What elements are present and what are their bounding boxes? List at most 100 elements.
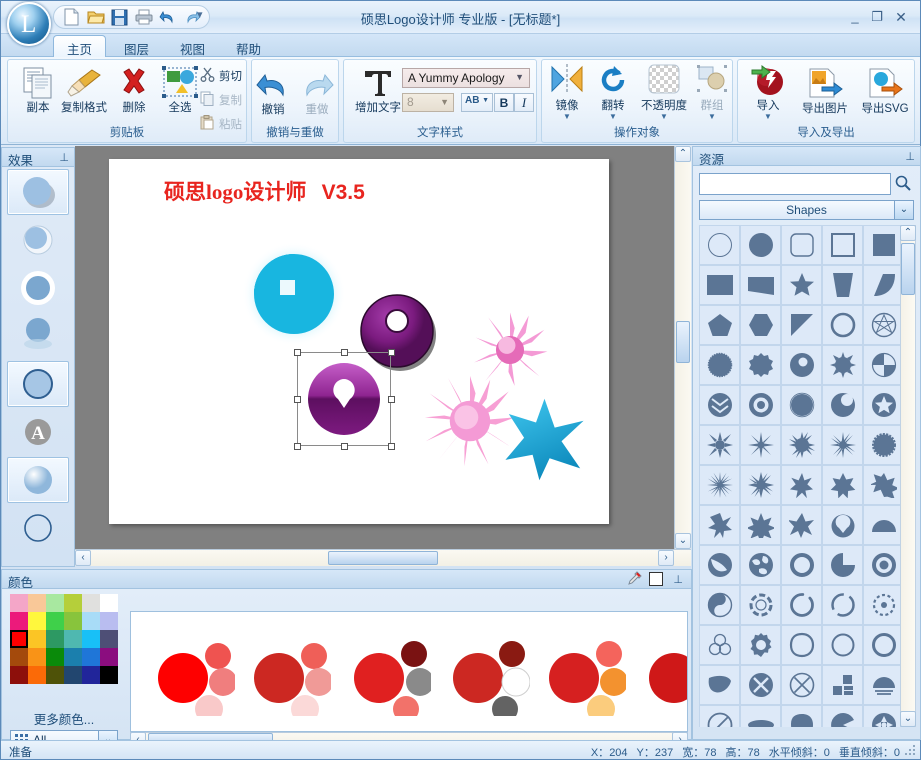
- effect-item-text-style[interactable]: A: [7, 409, 69, 455]
- resize-handle-n[interactable]: [341, 349, 348, 356]
- shape-blob-shape[interactable]: [781, 705, 822, 727]
- redo-button[interactable]: 重做: [294, 68, 340, 117]
- more-colors-link[interactable]: 更多颜色...: [10, 709, 118, 728]
- swatch[interactable]: [46, 612, 64, 630]
- canvas-vscroll-thumb[interactable]: [676, 321, 690, 363]
- chevron-down-icon[interactable]: ▼: [590, 113, 636, 120]
- shape-pinwheel-quarters[interactable]: [822, 665, 863, 705]
- swatch[interactable]: [82, 630, 100, 648]
- shape-dotted-ring-dot[interactable]: [863, 585, 904, 625]
- scroll-down-icon[interactable]: ⌄: [675, 533, 691, 549]
- italic-button[interactable]: I: [514, 93, 534, 112]
- shape-leaf-half[interactable]: [699, 665, 740, 705]
- shape-star-6-sharp[interactable]: [699, 505, 740, 545]
- bold-button[interactable]: B: [494, 93, 514, 112]
- shape-star-in-circle[interactable]: [863, 385, 904, 425]
- preset-logo-1[interactable]: [153, 634, 235, 716]
- shape-sun-horizon[interactable]: [863, 665, 904, 705]
- chevron-down-icon[interactable]: ▼: [690, 113, 734, 120]
- minimize-button[interactable]: _: [846, 10, 864, 24]
- shape-square-outline[interactable]: [822, 225, 863, 265]
- shape-scallop-circle[interactable]: [863, 425, 904, 465]
- shape-star-10[interactable]: [781, 465, 822, 505]
- chevron-down-icon[interactable]: ▼: [440, 97, 449, 107]
- effect-item-drop-shadow[interactable]: [7, 169, 69, 215]
- undo-button[interactable]: 撤销: [250, 68, 296, 117]
- chevron-down-icon[interactable]: ▼: [742, 113, 794, 120]
- shape-square-filled[interactable]: [863, 225, 904, 265]
- char-spacing-button[interactable]: AB ▼: [461, 93, 493, 112]
- swatch[interactable]: [82, 594, 100, 612]
- shape-thick-ring[interactable]: [863, 625, 904, 665]
- shape-circle-outline[interactable]: [699, 225, 740, 265]
- pin-icon[interactable]: ⊥: [59, 151, 69, 164]
- shape-flower-burst[interactable]: [863, 705, 904, 727]
- shape-starburst-16[interactable]: [781, 425, 822, 465]
- swatch[interactable]: [28, 648, 46, 666]
- preset-logos-strip[interactable]: [130, 611, 688, 732]
- chevron-down-icon[interactable]: ⌄: [894, 201, 913, 219]
- swatch[interactable]: [100, 612, 118, 630]
- swatch[interactable]: [82, 648, 100, 666]
- shape-pentagon[interactable]: [699, 305, 740, 345]
- scroll-up-icon[interactable]: ⌃: [675, 146, 691, 162]
- canvas-heading-text[interactable]: 硕思logo设计师 V3.5: [164, 176, 365, 206]
- shape-starburst-20[interactable]: [699, 465, 740, 505]
- resize-handle-se[interactable]: [388, 443, 395, 450]
- font-size-combo[interactable]: 8 ▼: [402, 93, 454, 112]
- shape-ellipse-flat[interactable]: [740, 705, 781, 727]
- tab-home[interactable]: 主页: [53, 35, 106, 58]
- shape-star-7[interactable]: [740, 505, 781, 545]
- swatch[interactable]: [82, 612, 100, 630]
- export-image-button[interactable]: 导出图片: [794, 67, 856, 116]
- design-page[interactable]: 硕思logo设计师 V3.5: [109, 159, 609, 524]
- shape-no-entry-slash[interactable]: [699, 705, 740, 727]
- swatch[interactable]: [100, 594, 118, 612]
- swatch[interactable]: [46, 630, 64, 648]
- preset-logo-2[interactable]: [249, 634, 331, 716]
- scroll-left-icon[interactable]: ‹: [75, 550, 91, 566]
- canvas-hscroll-thumb[interactable]: [328, 551, 438, 565]
- shape-drop-in-ring[interactable]: [822, 505, 863, 545]
- chevron-down-icon[interactable]: ▼: [636, 113, 692, 120]
- shape-quarter-fan[interactable]: [863, 265, 904, 305]
- shape-circle-filled[interactable]: [740, 225, 781, 265]
- shapes-grid[interactable]: [699, 225, 904, 727]
- canvas-vertical-scrollbar[interactable]: ⌃ ⌄: [674, 146, 691, 549]
- current-color-swatch[interactable]: [649, 572, 663, 586]
- scroll-down-icon[interactable]: ⌄: [900, 711, 916, 727]
- swatch[interactable]: [64, 594, 82, 612]
- swatch[interactable]: [28, 612, 46, 630]
- export-svg-button[interactable]: 导出SVG: [856, 67, 914, 116]
- swatch[interactable]: [46, 648, 64, 666]
- shape-ring-thick[interactable]: [781, 545, 822, 585]
- add-text-button[interactable]: 增加文字: [348, 66, 408, 115]
- shape-pentagram-in-circle[interactable]: [863, 305, 904, 345]
- swatch[interactable]: [100, 666, 118, 684]
- scroll-up-icon[interactable]: ⌃: [900, 225, 916, 241]
- shape-starburst-12b[interactable]: [740, 465, 781, 505]
- preset-logo-4[interactable]: [448, 634, 530, 716]
- effect-item-inner-shadow[interactable]: [7, 217, 69, 263]
- shape-ring[interactable]: [822, 305, 863, 345]
- tab-help[interactable]: 帮助: [223, 36, 274, 57]
- shape-x-in-circle[interactable]: [740, 665, 781, 705]
- cut-button[interactable]: 剪切: [200, 67, 242, 85]
- mirror-button[interactable]: 镜像 ▼: [544, 64, 590, 120]
- shape-pacman-ring[interactable]: [822, 545, 863, 585]
- import-button[interactable]: 导入 ▼: [742, 64, 794, 120]
- swatch[interactable]: [28, 594, 46, 612]
- shape-pie-quarters[interactable]: [863, 345, 904, 385]
- resize-handle-s[interactable]: [341, 443, 348, 450]
- duplicate-button[interactable]: 副本: [12, 66, 64, 115]
- shape-gear-blob[interactable]: [740, 345, 781, 385]
- shape-double-chevron-down[interactable]: [699, 385, 740, 425]
- shape-yin-yang[interactable]: [699, 585, 740, 625]
- swatch[interactable]: [10, 612, 28, 630]
- shape-hexagon[interactable]: [740, 305, 781, 345]
- canvas-area[interactable]: 硕思logo设计师 V3.5: [75, 146, 691, 566]
- shape-brush-ring[interactable]: [781, 585, 822, 625]
- preset-logo-3[interactable]: [349, 634, 431, 716]
- shape-starburst-12[interactable]: [822, 425, 863, 465]
- resources-category-combo[interactable]: Shapes ⌄: [699, 200, 914, 220]
